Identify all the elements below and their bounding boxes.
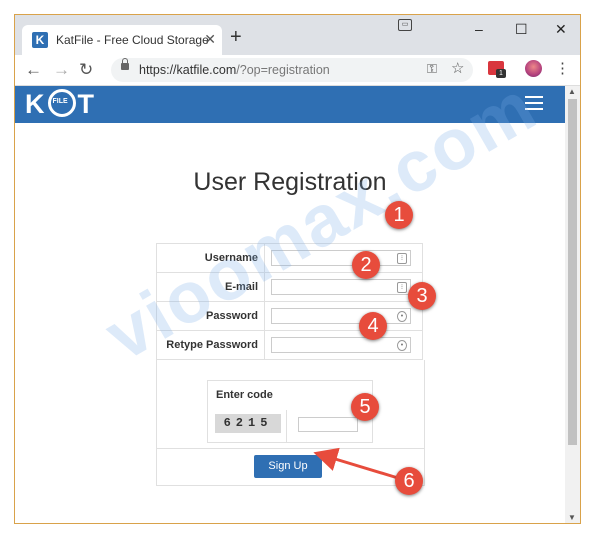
callout-number: 1 bbox=[385, 201, 413, 229]
callout-number: 5 bbox=[351, 393, 379, 421]
callout-number: 6 bbox=[395, 467, 423, 495]
callout-number: 2 bbox=[352, 251, 380, 279]
callout-arrow bbox=[313, 447, 399, 480]
callout-number: 3 bbox=[408, 282, 436, 310]
callout-number: 4 bbox=[359, 312, 387, 340]
